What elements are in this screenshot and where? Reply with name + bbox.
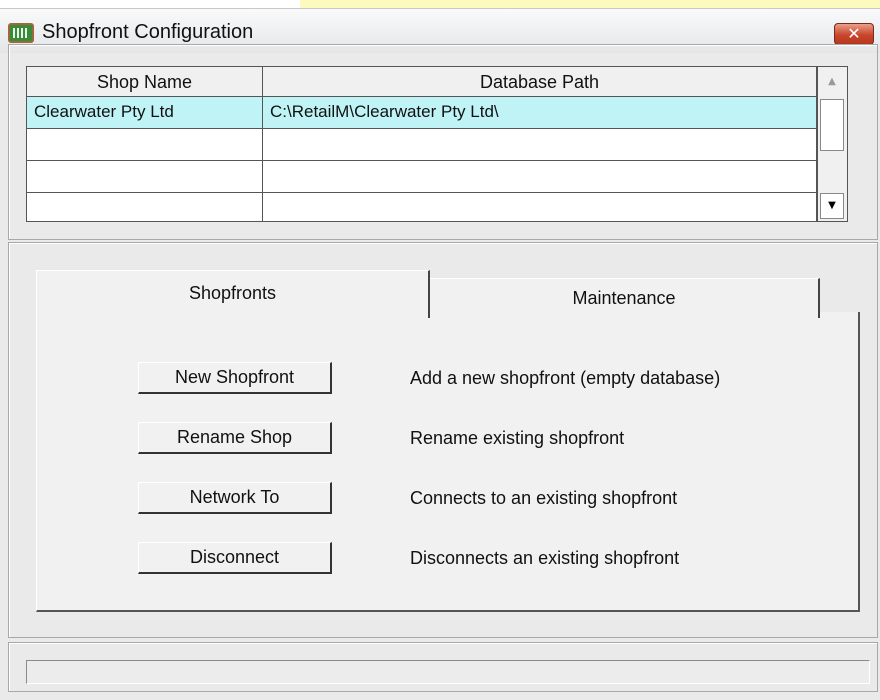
cell-shop-name[interactable] — [27, 161, 263, 192]
cell-database-path[interactable] — [263, 193, 817, 221]
rename-shop-button[interactable]: Rename Shop — [138, 422, 332, 454]
tab-maintenance[interactable]: Maintenance — [430, 278, 820, 318]
new-shopfront-description: Add a new shopfront (empty database) — [410, 368, 721, 388]
close-button[interactable]: ✕ — [834, 23, 874, 45]
rename-shop-description: Rename existing shopfront — [410, 428, 625, 448]
disconnect-button[interactable]: Disconnect — [138, 542, 332, 574]
column-header-database-path[interactable]: Database Path — [263, 67, 817, 97]
disconnect-description: Disconnects an existing shopfront — [410, 548, 680, 568]
table-row[interactable] — [27, 161, 817, 193]
window-title: Shopfront Configuration — [42, 21, 254, 43]
cell-shop-name[interactable] — [27, 129, 263, 160]
cell-database-path[interactable]: C:\RetailM\Clearwater Pty Ltd\ — [263, 97, 817, 128]
tab-shopfronts[interactable]: Shopfronts — [36, 270, 430, 318]
shop-grid: Shop Name Database Path Clearwater Pty L… — [26, 66, 848, 222]
close-icon: ✕ — [847, 24, 861, 43]
new-shopfront-button[interactable]: New Shopfront — [138, 362, 332, 394]
app-icon — [8, 23, 34, 43]
cell-shop-name[interactable]: Clearwater Pty Ltd — [27, 97, 263, 128]
network-to-button[interactable]: Network To — [138, 482, 332, 514]
grid-scrollbar[interactable]: ▲ ▼ — [817, 67, 847, 221]
cell-shop-name[interactable] — [27, 193, 263, 221]
scroll-thumb[interactable] — [820, 99, 844, 151]
network-to-description: Connects to an existing shopfront — [410, 488, 678, 508]
cell-database-path[interactable] — [263, 161, 817, 192]
status-bar — [26, 660, 870, 684]
column-header-shop-name[interactable]: Shop Name — [27, 67, 263, 97]
scroll-up-icon[interactable]: ▲ — [819, 67, 845, 97]
cell-database-path[interactable] — [263, 129, 817, 160]
scroll-down-icon[interactable]: ▼ — [820, 193, 844, 219]
table-row[interactable] — [27, 193, 817, 221]
table-row[interactable] — [27, 129, 817, 161]
table-row[interactable]: Clearwater Pty Ltd C:\RetailM\Clearwater… — [27, 97, 817, 129]
